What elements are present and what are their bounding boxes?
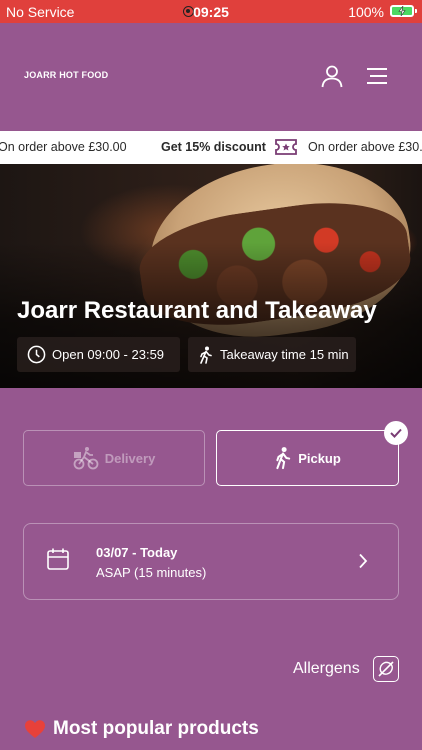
pickup-time: ASAP (15 minutes) (96, 565, 207, 580)
delivery-label: Delivery (104, 450, 156, 466)
opening-hours-text: Open 09:00 - 23:59 (52, 347, 165, 362)
app-header: JOARR HOT FOOD (0, 23, 422, 131)
ticket-icon (275, 139, 297, 155)
opening-hours-chip: Open 09:00 - 23:59 (17, 337, 180, 372)
delivery-bike-icon (73, 447, 99, 470)
allergen-info-icon[interactable] (373, 656, 399, 682)
promo-condition-text: On order above £30.00 (0, 140, 127, 154)
walking-icon (200, 346, 212, 364)
selected-check-icon (384, 421, 408, 445)
restaurant-logo[interactable]: JOARR HOT FOOD (24, 70, 108, 80)
allergens-label[interactable]: Allergens (293, 660, 360, 678)
takeaway-time-chip: Takeaway time 15 min (188, 337, 356, 372)
calendar-icon (47, 548, 69, 570)
most-popular-heading: Most popular products (24, 718, 259, 740)
status-bar: No Service 09:25 100% (0, 0, 422, 23)
menu-icon[interactable] (365, 66, 389, 86)
user-icon[interactable] (320, 64, 344, 88)
heart-icon (25, 720, 45, 738)
battery-icon (390, 5, 417, 17)
promo-discount-text: Get 15% discount (161, 140, 266, 154)
walking-icon (276, 447, 291, 470)
restaurant-name: Joarr Restaurant and Takeaway (17, 297, 377, 324)
hero-banner: Joarr Restaurant and Takeaway Open 09:00… (0, 164, 422, 388)
pickup-time-selector[interactable]: 03/07 - Today ASAP (15 minutes) (23, 523, 399, 600)
pickup-label: Pickup (298, 450, 341, 466)
delivery-option-button[interactable]: Delivery (23, 430, 205, 486)
takeaway-time-text: Takeaway time 15 min (220, 347, 349, 362)
promo-banner[interactable]: On order above £30.00 Get 15% discount O… (0, 131, 422, 164)
battery-percent: 100% (348, 4, 384, 20)
promo-condition-text-repeat: On order above £30.00 (308, 140, 422, 154)
clock-icon (27, 345, 46, 364)
most-popular-title: Most popular products (53, 718, 259, 739)
pickup-option-button[interactable]: Pickup (216, 430, 399, 486)
chevron-right-icon (359, 553, 368, 569)
pickup-date: 03/07 - Today (96, 545, 178, 560)
